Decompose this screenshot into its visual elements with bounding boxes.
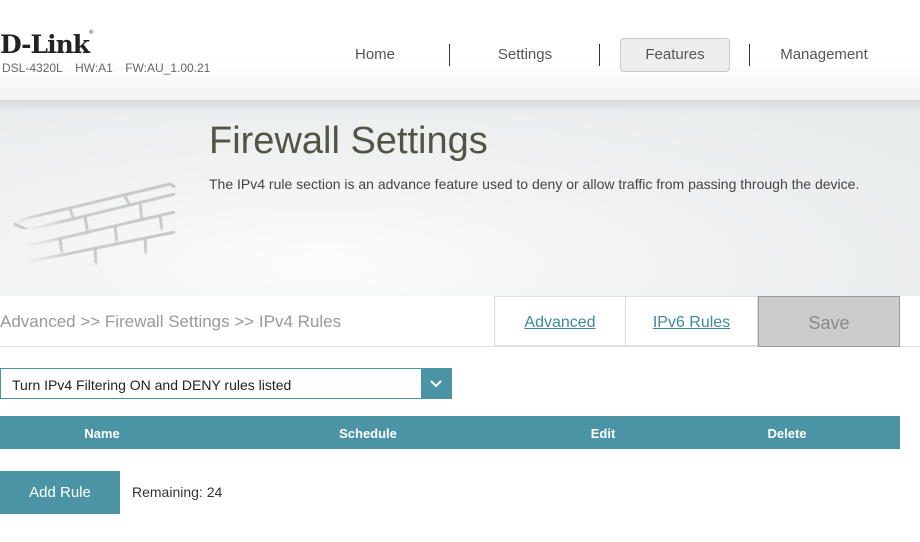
firmware-version: FW:AU_1.00.21 xyxy=(125,61,211,75)
breadcrumb: Advanced >> Firewall Settings >> IPv4 Ru… xyxy=(0,312,342,331)
logo-text: D-Link xyxy=(0,30,90,59)
column-edit: Edit xyxy=(590,426,616,441)
nav-home[interactable]: Home xyxy=(310,38,440,71)
chevron-down-icon[interactable] xyxy=(421,369,451,398)
header: D-Link® DSL-4320L HW:A1 FW:AU_1.00.21 Ho… xyxy=(0,0,920,100)
nav-settings[interactable]: Settings xyxy=(460,38,590,71)
advanced-link[interactable]: Advanced xyxy=(494,296,626,346)
main-nav: Home Settings Features Management xyxy=(300,38,920,72)
add-rule-button[interactable]: Add Rule xyxy=(0,471,120,514)
model-number: DSL-4320L xyxy=(2,61,63,75)
registered-mark: ® xyxy=(89,30,94,36)
filter-mode-value: Turn IPv4 Filtering ON and DENY rules li… xyxy=(12,377,292,393)
device-info: DSL-4320L HW:A1 FW:AU_1.00.21 xyxy=(2,61,218,75)
column-schedule: Schedule xyxy=(339,426,397,441)
nav-divider xyxy=(749,44,750,66)
remaining-count: Remaining: 24 xyxy=(132,484,223,500)
nav-management[interactable]: Management xyxy=(758,38,890,71)
nav-features[interactable]: Features xyxy=(620,38,730,72)
page-banner: Firewall Settings The IPv4 rule section … xyxy=(0,100,920,297)
nav-divider xyxy=(449,44,450,66)
column-name: Name xyxy=(84,426,120,441)
page-title: Firewall Settings xyxy=(209,120,488,162)
page-description: The IPv4 rule section is an advance feat… xyxy=(209,176,860,192)
brick-wall-icon xyxy=(12,182,177,272)
filter-mode-select[interactable]: Turn IPv4 Filtering ON and DENY rules li… xyxy=(0,368,452,399)
nav-divider xyxy=(599,44,600,66)
hardware-version: HW:A1 xyxy=(75,61,113,75)
ipv6-rules-link[interactable]: IPv6 Rules xyxy=(625,296,758,346)
save-button[interactable]: Save xyxy=(758,296,900,347)
column-delete: Delete xyxy=(767,426,807,441)
rules-table-header: Name Schedule Edit Delete xyxy=(0,416,900,449)
banner-shadow xyxy=(0,100,920,112)
dlink-logo: D-Link® xyxy=(0,30,94,59)
breadcrumb-bar: Advanced >> Firewall Settings >> IPv4 Ru… xyxy=(0,296,920,347)
